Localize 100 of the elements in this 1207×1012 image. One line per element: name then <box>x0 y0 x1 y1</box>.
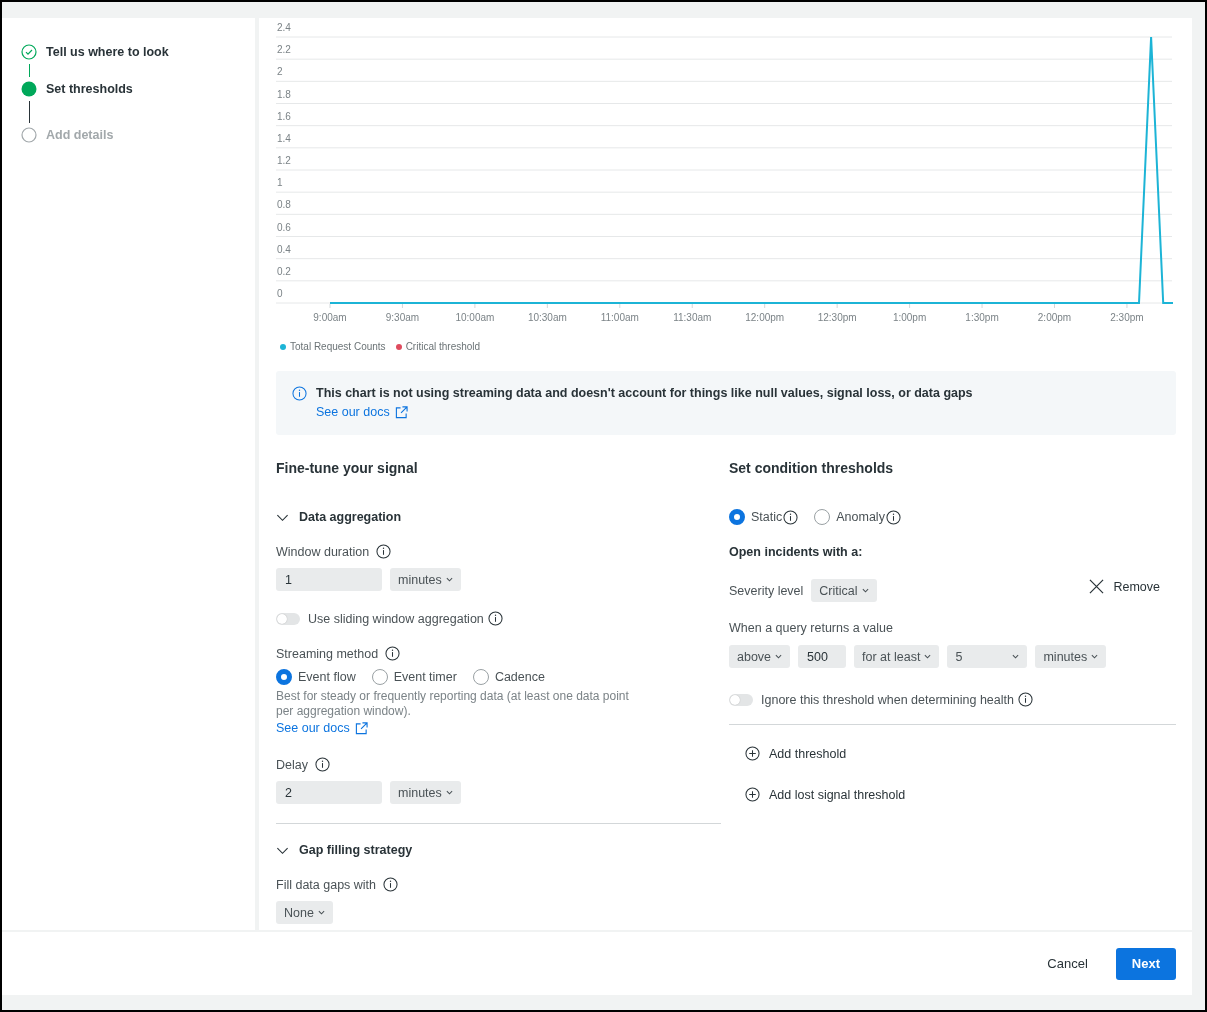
x-tick <box>401 303 403 309</box>
docs-link[interactable]: See our docs <box>316 405 408 419</box>
field-label: Fill data gaps with <box>276 877 377 892</box>
legend-item: Critical threshold <box>395 341 481 352</box>
y-axis-label: 2.2 <box>277 44 291 56</box>
step-label[interactable]: Set thresholds <box>46 82 133 96</box>
caret-icon <box>1012 654 1020 659</box>
field-label: Streaming method <box>276 646 379 661</box>
cancel-button[interactable]: Cancel <box>1041 955 1094 972</box>
info-icon <box>314 757 330 772</box>
radio-label: Event timer <box>393 670 457 684</box>
legend-item: Total Request Counts <box>280 341 386 352</box>
number-input[interactable]: 2 <box>276 781 382 804</box>
help-text: Best for steady or frequently reporting data (at least one data point per aggregation window). <box>276 689 630 719</box>
info-icon <box>385 646 401 661</box>
y-axis-label: 1.8 <box>277 88 291 100</box>
info-icon <box>383 877 399 892</box>
x-axis-label: 1:30pm <box>965 312 999 323</box>
caret-icon <box>924 654 932 659</box>
section-title: Fine-tune your signal <box>276 460 419 476</box>
x-tick <box>909 303 911 309</box>
caret-icon <box>317 910 325 915</box>
y-axis-label: 2 <box>277 66 283 78</box>
info-icon <box>783 509 799 525</box>
external-link-icon <box>354 721 368 735</box>
duration-dropdown[interactable]: 5 <box>947 645 1028 668</box>
unit-dropdown[interactable]: minutes <box>390 568 461 591</box>
x-tick <box>691 303 693 309</box>
y-axis-label: 1 <box>277 177 283 189</box>
operator-dropdown[interactable]: above <box>729 645 791 668</box>
radio-label: Static <box>751 510 783 524</box>
plus-circle-icon <box>745 787 760 802</box>
caret-icon <box>775 654 783 659</box>
field-label: Severity level <box>729 583 804 598</box>
external-link-icon <box>394 405 408 419</box>
section-toggle[interactable]: Gap filling strategy <box>276 843 413 857</box>
plus-circle-icon <box>745 746 760 761</box>
severity-dropdown[interactable]: Critical <box>811 579 877 602</box>
radio-button[interactable] <box>472 669 489 685</box>
x-axis-label: 11:30am <box>673 312 712 323</box>
caret-icon <box>1091 654 1099 659</box>
y-axis-label: 0.8 <box>277 199 291 211</box>
caret-icon <box>445 577 453 582</box>
radio-button[interactable] <box>276 669 292 685</box>
radio-label: Cadence <box>494 670 545 684</box>
occurrence-dropdown[interactable]: for at least <box>854 645 940 668</box>
close-icon <box>1089 579 1105 594</box>
toggle-switch[interactable] <box>729 693 753 706</box>
fill-dropdown[interactable]: None <box>276 901 333 924</box>
y-axis-label: 0.4 <box>277 243 291 255</box>
unit-dropdown[interactable]: minutes <box>1035 645 1107 668</box>
step-label[interactable]: Tell us where to look <box>46 45 169 59</box>
x-tick <box>764 303 766 309</box>
add-button[interactable]: Add threshold <box>745 746 847 761</box>
caret-icon <box>445 790 453 795</box>
y-axis-label: 2.4 <box>277 22 291 33</box>
y-axis-label: 0 <box>277 288 283 299</box>
info-icon <box>376 544 392 559</box>
docs-link[interactable]: See our docs <box>276 721 368 735</box>
field-label: Window duration <box>276 544 370 559</box>
info-icon <box>1017 692 1033 707</box>
x-axis-label: 10:30am <box>527 312 567 323</box>
y-axis-label: 0.6 <box>277 221 291 233</box>
radio-button[interactable] <box>814 509 831 525</box>
remove-button[interactable]: Remove <box>1089 579 1160 594</box>
field-label: When a query returns a value <box>729 621 894 635</box>
y-axis-label: 1.2 <box>277 155 291 166</box>
x-axis-label: 2:30pm <box>1110 312 1144 323</box>
x-axis-label: 11:00am <box>600 312 639 323</box>
subheading: Open incidents with a: <box>729 545 864 559</box>
x-axis-label: 12:00pm <box>745 312 785 323</box>
x-tick <box>1054 303 1055 309</box>
number-input[interactable]: 1 <box>276 568 382 591</box>
y-axis-label: 1.6 <box>277 110 291 122</box>
x-axis-label: 2:00pm <box>1037 312 1072 323</box>
radio-button[interactable] <box>729 509 745 525</box>
next-button[interactable]: Next <box>1115 947 1176 980</box>
value-input[interactable]: 500 <box>798 645 847 668</box>
y-axis-label: 0.2 <box>277 265 291 277</box>
info-icon <box>487 611 503 626</box>
info-icon <box>885 509 901 525</box>
radio-label: Event flow <box>298 670 356 684</box>
x-axis-label: 1:00pm <box>892 312 927 323</box>
section-title: Set condition thresholds <box>729 460 895 476</box>
info-icon <box>292 386 307 401</box>
add-button[interactable]: Add lost signal threshold <box>745 787 906 802</box>
x-axis-label: 9:30am <box>385 312 420 323</box>
unit-dropdown[interactable]: minutes <box>390 781 461 804</box>
info-message: This chart is not using streaming data and doesn't account for things like null values, signal loss, or data gaps <box>316 386 973 400</box>
caret-icon <box>861 588 869 593</box>
toggle-label: Ignore this threshold when determining health <box>761 692 1014 707</box>
section-toggle[interactable]: Data aggregation <box>276 510 402 524</box>
y-axis-label: 1.4 <box>277 132 291 144</box>
x-tick <box>546 303 548 309</box>
x-axis-label: 10:00am <box>455 312 495 323</box>
toggle-switch[interactable] <box>276 612 300 625</box>
radio-button[interactable] <box>371 669 388 685</box>
field-label: Delay <box>276 757 308 772</box>
radio-label: Anomaly <box>836 510 885 524</box>
toggle-label: Use sliding window aggregation <box>308 611 484 626</box>
